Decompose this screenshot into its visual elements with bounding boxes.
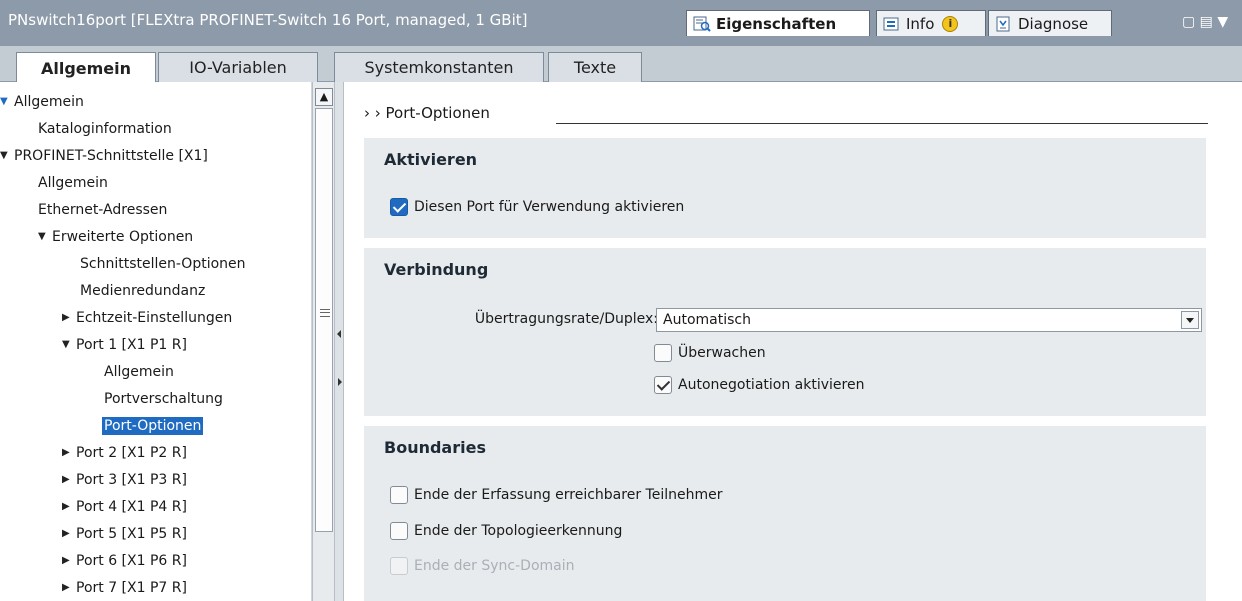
tree-item-ethernet-adressen[interactable]: Ethernet-Adressen — [38, 196, 167, 223]
main-tab-bar: Allgemein IO-Variablen Systemkonstanten … — [0, 46, 1242, 83]
window-title: PNswitch16port [FLEXtra PROFINET-Switch … — [8, 11, 528, 29]
expand-arrow-icon[interactable]: ▼ — [0, 96, 14, 107]
tab-eigenschaften[interactable]: Eigenschaften — [686, 10, 870, 36]
port-enable-row[interactable]: Diesen Port für Verwendung aktivieren — [390, 198, 684, 216]
tab-systemkonstanten[interactable]: Systemkonstanten — [334, 52, 544, 82]
tree-item-port-7[interactable]: ▶ Port 7 [X1 P7 R] — [62, 574, 187, 601]
collapse-arrow-icon[interactable]: ▶ — [62, 474, 76, 485]
navigation-tree: ▼ Allgemein Kataloginformation ▼ PROFINE… — [0, 82, 312, 601]
collapse-arrow-icon[interactable]: ▶ — [62, 528, 76, 539]
grip-icon — [320, 309, 330, 317]
tree-item-erweiterte-optionen[interactable]: ▼ Erweiterte Optionen — [38, 223, 193, 250]
tree-item-medienredundanz[interactable]: Medienredundanz — [80, 277, 205, 304]
expand-arrow-icon[interactable]: ▼ — [0, 150, 14, 161]
tab-info[interactable]: Info i — [876, 10, 986, 36]
section-verbindung: Verbindung Übertragungsrate/Duplex: Auto… — [364, 248, 1206, 416]
expand-arrow-icon[interactable]: ▼ — [38, 231, 52, 242]
breadcrumb-divider — [556, 123, 1208, 124]
autoneg-label: Autonegotiation aktivieren — [678, 377, 865, 393]
tree-item-allgemein-root[interactable]: ▼ Allgemein — [0, 88, 84, 115]
tree-item-port-3[interactable]: ▶ Port 3 [X1 P3 R] — [62, 466, 187, 493]
monitor-checkbox[interactable] — [654, 344, 672, 362]
end-detection-row[interactable]: Ende der Erfassung erreichbarer Teilnehm… — [390, 486, 722, 504]
tab-diagnose-label: Diagnose — [1018, 14, 1089, 33]
end-sync-row: Ende der Sync-Domain — [390, 557, 575, 575]
tree-item-port-2[interactable]: ▶ Port 2 [X1 P2 R] — [62, 439, 187, 466]
end-sync-label: Ende der Sync-Domain — [414, 558, 575, 574]
end-topology-label: Ende der Topologieerkennung — [414, 523, 623, 539]
dropdown-arrow-icon[interactable] — [1181, 311, 1199, 329]
section-title-verbindung: Verbindung — [384, 260, 489, 279]
collapse-arrow-icon[interactable]: ▶ — [62, 447, 76, 458]
tree-item-port-1[interactable]: ▼ Port 1 [X1 P1 R] — [62, 331, 187, 358]
monitor-row[interactable]: Überwachen — [654, 344, 766, 362]
info-list-icon — [883, 16, 901, 32]
scroll-up-arrow-icon[interactable]: ▲ — [315, 88, 333, 106]
tree-item-port1-allgemein[interactable]: Allgemein — [104, 358, 174, 385]
monitor-label: Überwachen — [678, 345, 766, 361]
end-sync-checkbox — [390, 557, 408, 575]
tree-item-port-optionen[interactable]: Port-Optionen — [102, 412, 204, 439]
tab-eigenschaften-label: Eigenschaften — [716, 14, 837, 33]
collapse-arrow-icon[interactable]: ▶ — [62, 582, 76, 593]
collapse-left-arrow-icon[interactable] — [337, 330, 341, 338]
tree-item-allgemein[interactable]: Allgemein — [38, 169, 108, 196]
section-aktivieren: Aktivieren Diesen Port für Verwendung ak… — [364, 138, 1206, 238]
port-enable-label: Diesen Port für Verwendung aktivieren — [414, 199, 685, 215]
section-title-aktivieren: Aktivieren — [384, 150, 478, 169]
tree-scrollbar[interactable]: ▲ — [312, 82, 334, 601]
end-topology-checkbox[interactable] — [390, 522, 408, 540]
panel-splitter[interactable] — [334, 82, 344, 601]
tree-item-port-6[interactable]: ▶ Port 6 [X1 P6 R] — [62, 547, 187, 574]
expand-right-arrow-icon[interactable] — [338, 378, 342, 386]
section-title-boundaries: Boundaries — [384, 438, 486, 457]
end-topology-row[interactable]: Ende der Topologieerkennung — [390, 522, 622, 540]
rate-duplex-label: Übertragungsrate/Duplex: — [474, 311, 658, 327]
info-warning-icon: i — [942, 15, 959, 32]
inspector-title-bar: PNswitch16port [FLEXtra PROFINET-Switch … — [0, 0, 1242, 46]
tab-io-variablen[interactable]: IO-Variablen — [158, 52, 318, 82]
properties-icon — [693, 16, 711, 32]
rate-duplex-select[interactable]: Automatisch — [656, 308, 1202, 332]
expand-arrow-icon[interactable]: ▼ — [62, 339, 76, 350]
properties-content: › › Port-Optionen Aktivieren Diesen Port… — [344, 82, 1242, 601]
rate-duplex-value: Automatisch — [663, 312, 751, 328]
scrollbar-thumb[interactable] — [315, 108, 333, 532]
section-boundaries: Boundaries Ende der Erfassung erreichbar… — [364, 426, 1206, 601]
collapse-arrow-icon[interactable]: ▶ — [62, 555, 76, 566]
breadcrumb: › › Port-Optionen — [364, 104, 490, 122]
autoneg-row[interactable]: Autonegotiation aktivieren — [654, 376, 864, 394]
end-detection-checkbox[interactable] — [390, 486, 408, 504]
tree-item-port-5[interactable]: ▶ Port 5 [X1 P5 R] — [62, 520, 187, 547]
collapse-arrow-icon[interactable]: ▶ — [62, 312, 76, 323]
tree-item-schnittstellen-optionen[interactable]: Schnittstellen-Optionen — [80, 250, 246, 277]
tree-item-echtzeit-einstellungen[interactable]: ▶ Echtzeit-Einstellungen — [62, 304, 232, 331]
tree-item-kataloginformation[interactable]: Kataloginformation — [38, 115, 172, 142]
window-controls[interactable]: ▢ ▤ ▼ — [1182, 14, 1228, 30]
tree-item-profinet-interface[interactable]: ▼ PROFINET-Schnittstelle [X1] — [0, 142, 208, 169]
tree-item-port-4[interactable]: ▶ Port 4 [X1 P4 R] — [62, 493, 187, 520]
tab-diagnose[interactable]: Diagnose — [988, 10, 1112, 36]
collapse-arrow-icon[interactable]: ▶ — [62, 501, 76, 512]
end-detection-label: Ende der Erfassung erreichbarer Teilnehm… — [414, 487, 723, 503]
tree-item-portverschaltung[interactable]: Portverschaltung — [104, 385, 223, 412]
tab-allgemein[interactable]: Allgemein — [16, 52, 156, 83]
tab-texte[interactable]: Texte — [548, 52, 642, 82]
port-enable-checkbox[interactable] — [390, 198, 408, 216]
diagnostics-icon — [995, 16, 1013, 32]
tab-info-label: Info — [906, 14, 935, 33]
autoneg-checkbox[interactable] — [654, 376, 672, 394]
